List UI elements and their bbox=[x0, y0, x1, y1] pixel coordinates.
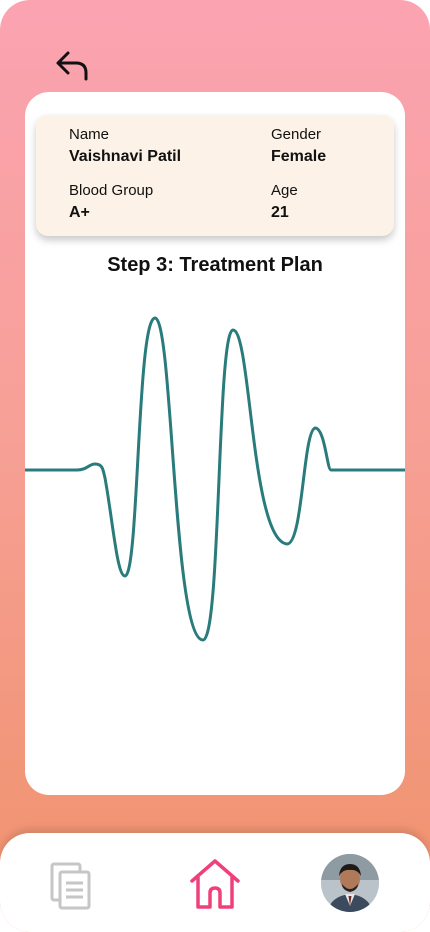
name-value: Vaishnavi Patil bbox=[69, 148, 182, 165]
back-button[interactable] bbox=[46, 46, 94, 86]
back-arrow-icon bbox=[56, 51, 88, 81]
bottom-nav bbox=[0, 833, 430, 932]
nav-home[interactable] bbox=[186, 855, 244, 913]
gender-label: Gender bbox=[271, 126, 322, 143]
home-icon bbox=[190, 859, 240, 909]
name-label: Name bbox=[69, 126, 110, 143]
treatment-waveform bbox=[25, 316, 405, 642]
avatar-image bbox=[321, 854, 379, 912]
waveform-line bbox=[25, 316, 405, 642]
age-label: Age bbox=[271, 182, 298, 199]
age-value: 21 bbox=[271, 204, 289, 221]
blood-group-field: Blood Group A+ bbox=[69, 182, 153, 222]
documents-icon bbox=[50, 862, 91, 910]
step-title: Step 3: Treatment Plan bbox=[107, 254, 323, 276]
gender-value: Female bbox=[271, 148, 327, 165]
patient-card: Name Vaishnavi Patil Gender Female Blood… bbox=[25, 92, 405, 795]
patient-info-panel: Name Vaishnavi Patil Gender Female Blood… bbox=[36, 115, 394, 236]
name-field: Name Vaishnavi Patil bbox=[69, 126, 181, 166]
app-screen: Name Vaishnavi Patil Gender Female Blood… bbox=[0, 0, 430, 932]
age-field: Age 21 bbox=[271, 182, 298, 222]
blood-group-value: A+ bbox=[69, 204, 90, 221]
blood-group-label: Blood Group bbox=[69, 182, 154, 199]
profile-avatar[interactable] bbox=[321, 854, 379, 912]
gender-field: Gender Female bbox=[271, 126, 326, 166]
nav-documents[interactable] bbox=[46, 858, 96, 914]
